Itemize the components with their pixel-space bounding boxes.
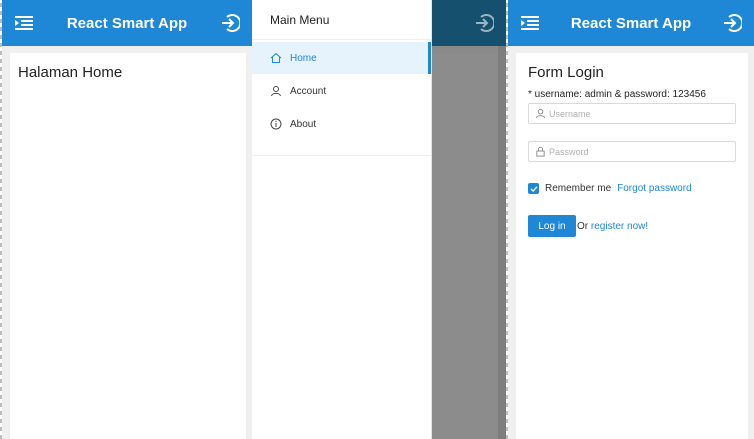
username-input[interactable]: Username	[528, 103, 736, 124]
side-drawer: Main Menu Home Account About	[252, 0, 432, 439]
overlay-edge	[498, 46, 506, 439]
app-title: React Smart App	[570, 14, 692, 32]
app-title: React Smart App	[66, 14, 188, 32]
or-text: Or	[577, 220, 589, 232]
forgot-password-link[interactable]: Forgot password	[617, 183, 691, 194]
login-button[interactable]: Log in	[528, 215, 576, 237]
credentials-hint: * username: admin & password: 123456	[528, 89, 706, 100]
login-form: Form Login * username: admin & password:…	[516, 53, 748, 439]
drawer-screen: Main Menu Home Account About	[252, 0, 506, 439]
app-header: React Smart App	[2, 0, 252, 46]
home-screen: React Smart App Halaman Home	[2, 0, 252, 439]
password-input[interactable]: Password	[528, 141, 736, 162]
home-content: Halaman Home	[10, 53, 246, 439]
remember-checkbox[interactable]	[528, 183, 539, 194]
menu-item-label: Home	[290, 52, 317, 64]
menu-item-label: Account	[290, 85, 327, 97]
remember-row: Remember me Forgot password	[528, 183, 736, 194]
menu-item-label: About	[290, 118, 317, 130]
login-icon[interactable]	[722, 13, 742, 33]
form-title: Form Login	[528, 64, 604, 81]
page-title: Halaman Home	[18, 64, 123, 81]
drawer-title: Main Menu	[252, 0, 431, 40]
username-placeholder: Username	[549, 108, 591, 119]
login-icon	[474, 13, 494, 33]
remember-label[interactable]: Remember me	[545, 183, 611, 194]
register-link[interactable]: register now!	[591, 221, 648, 232]
lock-icon	[535, 146, 546, 157]
app-header: React Smart App	[508, 0, 754, 46]
menu-toggle-icon[interactable]	[520, 13, 540, 33]
user-icon	[535, 108, 546, 119]
info-icon	[270, 118, 282, 130]
login-screen: React Smart App Form Login * username: a…	[508, 0, 754, 439]
menu-toggle-icon[interactable]	[14, 13, 34, 33]
main-menu: Home Account About	[252, 40, 431, 156]
submit-row: Log in Or register now!	[528, 215, 736, 237]
user-icon	[270, 85, 282, 97]
login-icon[interactable]	[220, 13, 240, 33]
menu-item-account[interactable]: Account	[252, 75, 431, 107]
password-placeholder: Password	[549, 146, 589, 157]
menu-item-about[interactable]: About	[252, 108, 431, 140]
home-icon	[270, 52, 282, 64]
menu-item-home[interactable]: Home	[252, 42, 431, 74]
